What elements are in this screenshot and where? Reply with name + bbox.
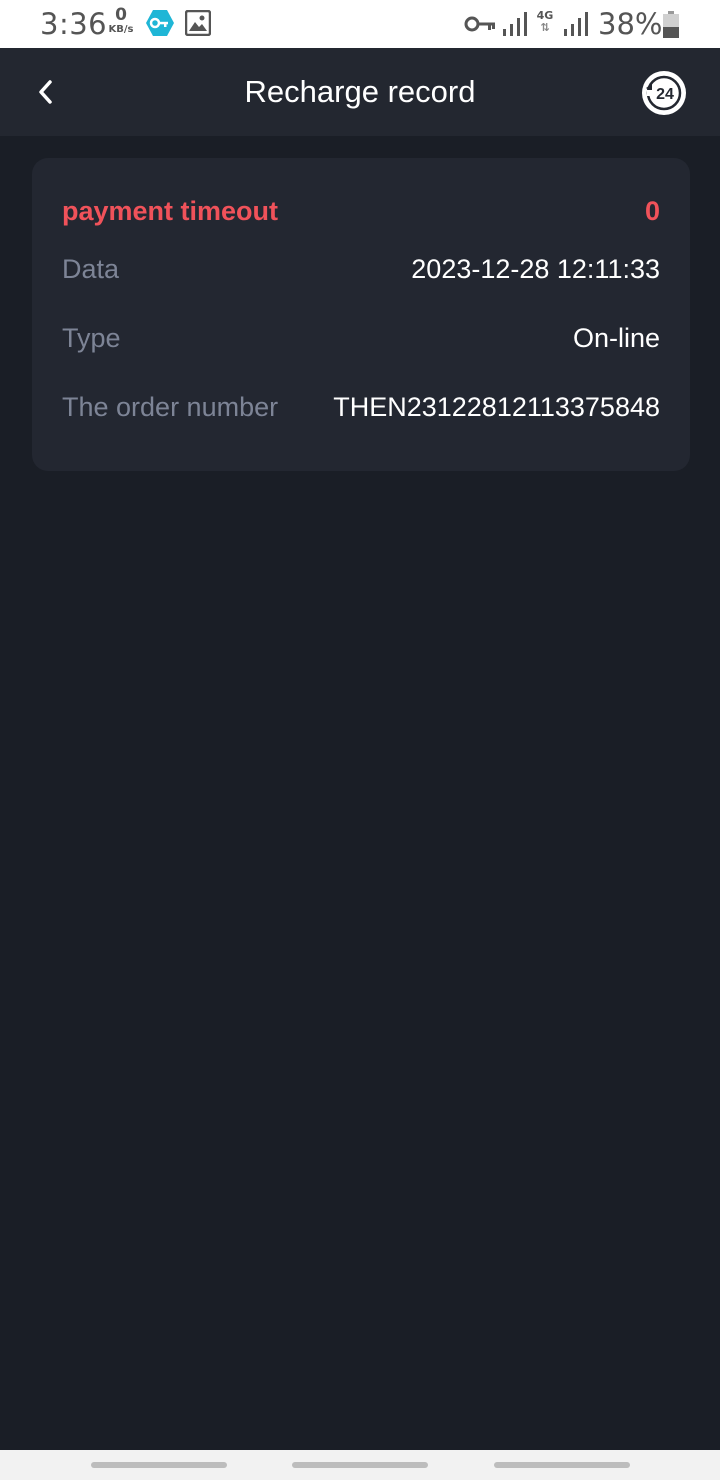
network-speed-unit: KB/s: [108, 24, 134, 35]
image-icon: [185, 10, 211, 36]
network-speed: 0 KB/s: [106, 7, 136, 35]
customer-support-button[interactable]: 24: [641, 70, 687, 116]
key-icon: [464, 16, 495, 32]
recharge-record-card[interactable]: payment timeout 0 Data 2023-12-28 12:11:…: [32, 158, 690, 471]
record-status: payment timeout: [62, 196, 279, 226]
status-bar: 3:36 0 KB/s 4G ⇅ 38%: [0, 0, 720, 48]
type-value: On-line: [572, 323, 660, 353]
vpn-key-icon: [146, 10, 174, 36]
chevron-left-icon: [39, 80, 52, 104]
back-button[interactable]: [28, 72, 64, 112]
status-time: 3:36: [40, 7, 108, 41]
svg-text:24: 24: [656, 86, 674, 103]
nav-back-button[interactable]: [494, 1462, 630, 1468]
app-header: Recharge record 24: [0, 48, 720, 136]
type-label: Type: [62, 323, 121, 353]
nav-recents-button[interactable]: [91, 1462, 227, 1468]
nav-home-button[interactable]: [292, 1462, 428, 1468]
system-nav-bar: [0, 1450, 720, 1480]
battery-percent: 38%: [598, 7, 663, 41]
date-label: Data: [62, 254, 120, 284]
support-24-icon: 24: [642, 71, 686, 115]
battery-icon: [663, 11, 679, 38]
page-title: Recharge record: [244, 74, 476, 109]
network-speed-value: 0: [115, 5, 127, 25]
record-amount: 0: [644, 196, 660, 226]
network-type: 4G ⇅: [534, 10, 556, 33]
order-number-label: The order number: [62, 392, 279, 422]
signal-icon: [503, 12, 527, 36]
signal-icon: [564, 12, 588, 36]
date-value: 2023-12-28 12:11:33: [411, 254, 660, 284]
data-arrows-icon: ⇅: [540, 21, 550, 34]
order-number-value: THEN23122812113375848: [333, 392, 660, 422]
